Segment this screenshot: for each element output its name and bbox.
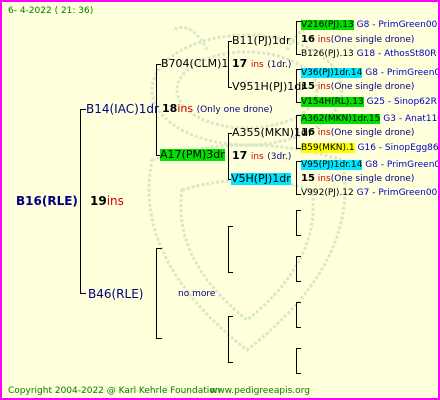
gen3-queen-d[interactable]: V5H(PJ)1dr: [231, 173, 291, 185]
gen4-connector-empty: [296, 210, 297, 235]
connector: [156, 248, 162, 249]
gen4-connector-empty: [296, 256, 297, 281]
connector: [296, 373, 301, 374]
gen4-ins: 15 ins(One single drone): [301, 81, 415, 93]
gen4-connector: [296, 161, 297, 194]
sire-queen[interactable]: B14(IAC)1dr: [86, 102, 159, 116]
connector: [296, 348, 301, 349]
gen4-entry[interactable]: V95(PJ)1dr.14 G8 - PrimGreen00: [301, 160, 438, 170]
gen4-entry[interactable]: A362(MKN)1dr.15 G3 - Anat11Q: [301, 114, 438, 124]
no-more-note: no more: [178, 289, 216, 299]
root-ins: 19ins: [90, 194, 124, 208]
connector: [296, 256, 301, 257]
connector: [228, 316, 233, 317]
connector: [296, 235, 301, 236]
gen3-queen-b[interactable]: V951H(PJ)1dr: [232, 81, 306, 93]
gen2-queen-a[interactable]: B704(CLM)1: [161, 58, 228, 70]
ins-count: 19: [90, 194, 107, 208]
gen2-queen-b[interactable]: A17(PM)3dr: [160, 149, 225, 161]
ins-count: 17: [232, 149, 248, 162]
ins-label: ins: [106, 194, 124, 208]
copyright-text: Copyright 2004-2022 @ Karl Kehrle Founda…: [8, 386, 221, 396]
drone-note: (1dr.): [267, 60, 292, 70]
connector: [228, 226, 233, 227]
root-queen[interactable]: B16(RLE): [16, 194, 78, 208]
connector: [296, 210, 301, 211]
gen4-entry[interactable]: B59(MKN).1 G16 - SinopEgg86R: [301, 143, 438, 153]
connector: [296, 302, 301, 303]
gen3-connector: [228, 226, 229, 272]
gen4-entry[interactable]: V216(PJ).13 G8 - PrimGreen00: [301, 20, 437, 30]
ins-label: ins: [250, 152, 264, 162]
gen3-connector: [228, 316, 229, 362]
gen4-entry[interactable]: B126(PJ).13 G18 - AthosSt80R: [301, 49, 436, 59]
gen2-dam-connector: [156, 248, 157, 338]
gen4-connector-empty: [296, 302, 297, 327]
connector: [228, 362, 233, 363]
gen1-connector: [80, 109, 81, 294]
gen4-ins: 16 ins(One single drone): [301, 34, 415, 46]
ins-label: ins: [250, 60, 264, 70]
connector: [80, 293, 86, 294]
ins-count: 17: [232, 57, 248, 70]
website-link[interactable]: www.pedigreeapis.org: [210, 386, 310, 396]
connector: [228, 272, 233, 273]
gen4-ins: 15 ins(One single drone): [301, 173, 415, 185]
connector: [296, 281, 301, 282]
gen4-entry[interactable]: V992(PJ).12 G7 - PrimGreen00: [301, 188, 437, 198]
sire-ins: 18ins (Only one drone): [162, 102, 273, 116]
gen4-connector-empty: [296, 348, 297, 373]
connector: [156, 338, 162, 339]
drone-note: (Only one drone): [196, 105, 273, 115]
gen4-entry[interactable]: V36(PJ)1dr.14 G8 - PrimGreen00: [301, 68, 438, 78]
gen4-entry[interactable]: V154H(RL).13 G25 - Sinop62R: [301, 97, 437, 107]
print-date: 6- 4-2022 ( 21: 36): [8, 6, 94, 16]
ins-label: ins: [177, 102, 194, 115]
gen2-b-ins: 17 ins (3dr.): [232, 149, 292, 163]
connector: [296, 327, 301, 328]
gen3-connector: [228, 133, 229, 179]
gen2-a-ins: 17 ins (1dr.): [232, 57, 292, 71]
pedigree-frame: 6- 4-2022 ( 21: 36) Copyright 2004-2022 …: [0, 0, 440, 400]
gen4-connector: [296, 21, 297, 54]
dam-queen[interactable]: B46(RLE): [88, 287, 143, 301]
gen4-ins: 16 ins(One single drone): [301, 127, 415, 139]
ins-count: 18: [162, 102, 178, 115]
gen3-queen-a[interactable]: B11(PJ)1dr: [232, 35, 291, 47]
drone-note: (3dr.): [267, 152, 292, 162]
